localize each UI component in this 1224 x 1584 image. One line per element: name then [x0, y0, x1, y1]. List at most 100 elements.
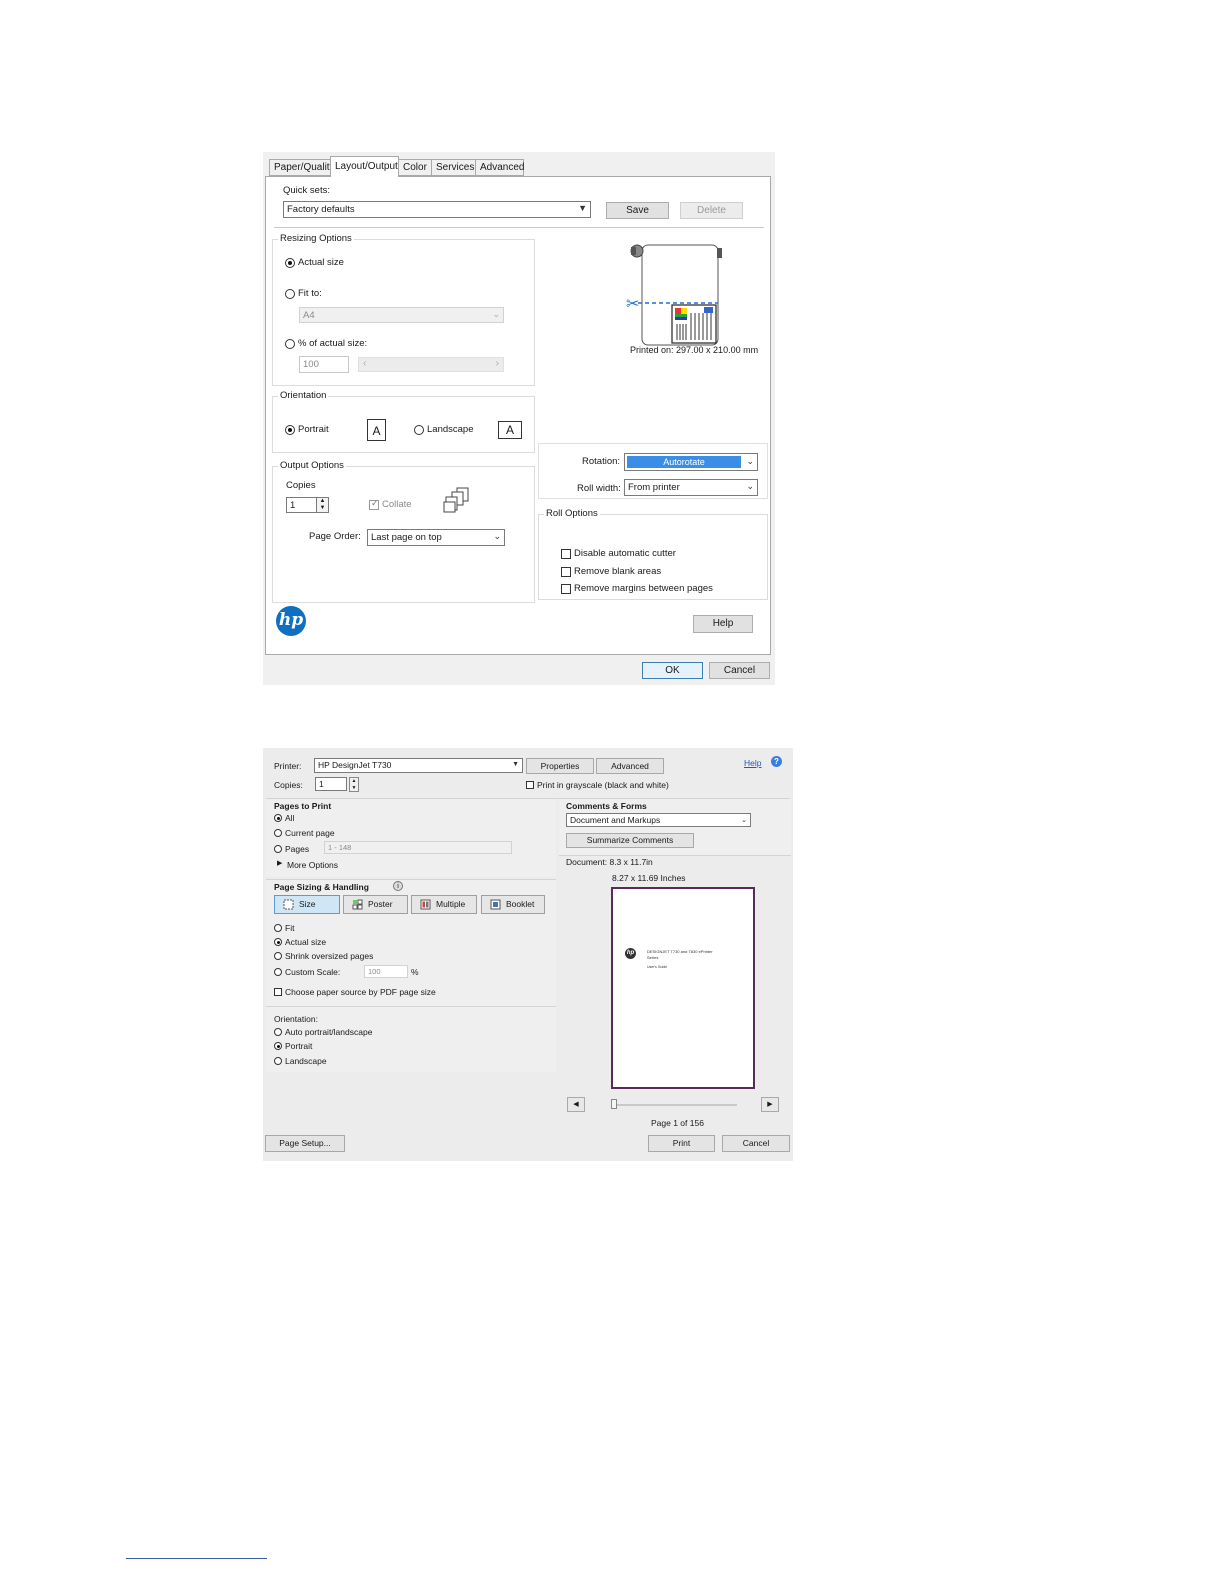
chevron-down-icon: ⌄	[746, 456, 754, 466]
portrait-radio[interactable]	[285, 425, 295, 435]
chevron-left-icon[interactable]: ‹	[363, 358, 366, 369]
portrait-page-icon: A	[367, 419, 386, 441]
comments-forms-section: Comments & Forms Document and Markups ⌄ …	[559, 799, 791, 855]
poster-mode-label: Poster	[368, 899, 393, 909]
orientation-group: Orientation Portrait A Landscape A	[272, 390, 535, 453]
page-slider-handle[interactable]	[611, 1099, 617, 1109]
copies-input[interactable]: 1	[315, 777, 347, 791]
tab-advanced[interactable]: Advanced	[475, 159, 524, 176]
cancel-button[interactable]: Cancel	[722, 1135, 790, 1152]
copies-spinner[interactable]: ▲ ▼	[349, 777, 359, 792]
triangle-right-icon[interactable]: ▶	[277, 859, 282, 867]
remove-blank-areas-checkbox[interactable]	[561, 567, 571, 577]
grayscale-checkbox[interactable]	[526, 781, 534, 789]
actual-size-radio[interactable]	[285, 258, 295, 268]
poster-mode-button[interactable]: Poster	[343, 895, 408, 914]
landscape-radio[interactable]	[414, 425, 424, 435]
save-button[interactable]: Save	[606, 202, 669, 219]
size-mode-button[interactable]: Size	[274, 895, 340, 914]
copies-input[interactable]: 1	[286, 497, 317, 513]
next-page-button[interactable]: ▶	[761, 1097, 779, 1112]
tab-layout-output[interactable]: Layout/Output	[330, 156, 399, 177]
printer-select[interactable]: HP DesignJet T730 ▼	[314, 758, 523, 773]
page-setup-button[interactable]: Page Setup...	[265, 1135, 345, 1152]
quick-sets-value: Factory defaults	[287, 204, 355, 215]
summarize-comments-button[interactable]: Summarize Comments	[566, 833, 694, 848]
auto-orientation-radio[interactable]	[274, 1028, 282, 1036]
chevron-down-icon: ⌄	[741, 817, 747, 824]
rotation-select[interactable]: Autorotate ⌄	[624, 453, 758, 471]
multiple-icon	[420, 899, 431, 910]
landscape-radio[interactable]	[274, 1057, 282, 1065]
tab-paper-quality[interactable]: Paper/Quality	[269, 159, 335, 176]
percent-input[interactable]: 100	[299, 356, 349, 373]
paper-source-checkbox[interactable]	[274, 988, 282, 996]
roll-options-title: Roll Options	[544, 508, 600, 519]
booklet-mode-button[interactable]: Booklet	[481, 895, 545, 914]
comments-forms-value: Document and Markups	[570, 815, 661, 825]
shrink-oversized-radio[interactable]	[274, 952, 282, 960]
copies-spinner[interactable]: ▲ ▼	[316, 497, 329, 513]
copies-label: Copies:	[274, 780, 303, 790]
pages-range-radio[interactable]	[274, 845, 282, 853]
disable-cutter-checkbox[interactable]	[561, 549, 571, 559]
fit-to-value: A4	[303, 310, 315, 321]
print-preview: hp DESIGNJET T730 and T830 ePrinter Seri…	[611, 887, 755, 1089]
fit-to-select[interactable]: A4 ⌄	[299, 307, 504, 323]
footer-rule	[126, 1558, 267, 1559]
help-icon[interactable]: ?	[771, 756, 782, 767]
orientation-section: Orientation: Auto portrait/landscape Por…	[266, 1007, 556, 1072]
chevron-down-icon: ▼	[512, 761, 519, 768]
percent-size-radio[interactable]	[285, 339, 295, 349]
current-page-label: Current page	[285, 828, 335, 838]
current-page-radio[interactable]	[274, 829, 282, 837]
page-order-value: Last page on top	[371, 532, 442, 543]
custom-scale-input[interactable]: 100	[364, 965, 408, 978]
page-slider-track[interactable]	[611, 1104, 737, 1106]
portrait-radio[interactable]	[274, 1042, 282, 1050]
info-icon[interactable]: i	[393, 881, 403, 891]
ok-button[interactable]: OK	[642, 662, 703, 679]
comments-forms-select[interactable]: Document and Markups ⌄	[566, 813, 751, 827]
help-button[interactable]: Help	[693, 615, 753, 633]
pages-range-input[interactable]: 1 - 148	[324, 841, 512, 854]
fit-to-radio[interactable]	[285, 289, 295, 299]
collate-checkbox[interactable]: ✓	[369, 498, 379, 510]
auto-orientation-label: Auto portrait/landscape	[285, 1027, 373, 1037]
printed-on-label: Printed on: 297.00 x 210.00 mm	[630, 345, 759, 355]
comments-forms-title: Comments & Forms	[566, 801, 647, 811]
custom-scale-label: Custom Scale:	[285, 967, 341, 977]
previous-page-button[interactable]: ◀	[567, 1097, 585, 1112]
booklet-mode-label: Booklet	[506, 899, 535, 909]
actual-size-radio[interactable]	[274, 938, 282, 946]
remove-margins-checkbox[interactable]	[561, 584, 571, 594]
help-link[interactable]: Help	[744, 758, 761, 768]
fit-radio[interactable]	[274, 924, 282, 932]
quick-sets-select[interactable]: Factory defaults ▼	[283, 201, 591, 218]
page-order-select[interactable]: Last page on top ⌄	[367, 529, 505, 546]
size-mode-label: Size	[299, 899, 316, 909]
cancel-button[interactable]: Cancel	[709, 662, 770, 679]
all-pages-label: All	[285, 813, 295, 823]
roll-width-select[interactable]: From printer ⌄	[624, 479, 758, 496]
tab-services[interactable]: Services	[431, 159, 476, 176]
percent-scrollbar[interactable]: ‹ ›	[358, 357, 504, 372]
more-options-label[interactable]: More Options	[287, 860, 338, 870]
properties-button[interactable]: Properties	[526, 758, 594, 774]
custom-scale-radio[interactable]	[274, 968, 282, 976]
roll-printer-icon: ✂	[626, 244, 722, 346]
delete-button[interactable]: Delete	[680, 202, 743, 219]
tab-color[interactable]: Color	[398, 159, 432, 176]
shrink-oversized-label: Shrink oversized pages	[285, 951, 374, 961]
roll-width-value: From printer	[628, 482, 680, 493]
poster-icon	[352, 899, 363, 910]
resizing-options-title: Resizing Options	[278, 233, 354, 244]
chevron-right-icon[interactable]: ›	[496, 358, 499, 369]
preview-guide: User's Guide	[647, 965, 668, 969]
all-pages-radio[interactable]	[274, 814, 282, 822]
grayscale-label: Print in grayscale (black and white)	[537, 780, 669, 790]
advanced-button[interactable]: Advanced	[596, 758, 664, 774]
print-button[interactable]: Print	[648, 1135, 715, 1152]
multiple-mode-button[interactable]: Multiple	[411, 895, 477, 914]
printer-value: HP DesignJet T730	[318, 760, 392, 770]
